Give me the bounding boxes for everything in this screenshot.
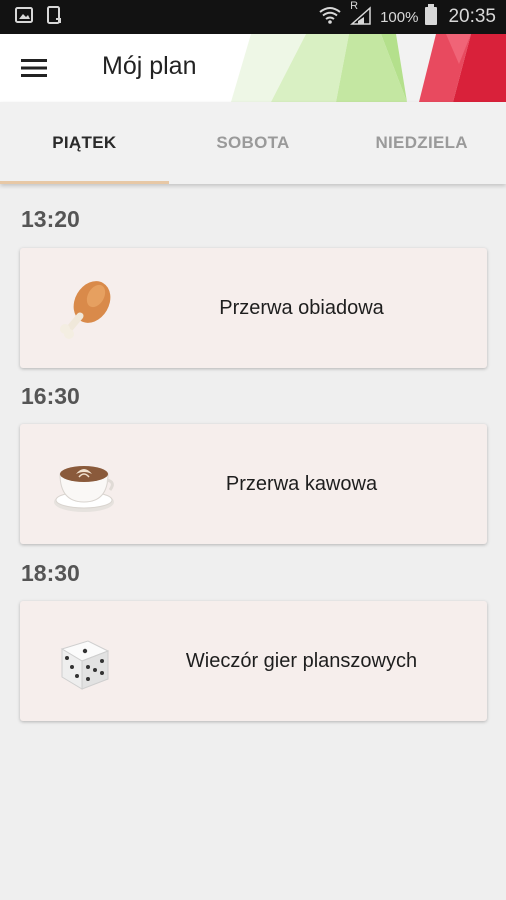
coffee-cup-icon — [52, 454, 116, 518]
tab-friday[interactable]: PIĄTEK — [0, 102, 169, 184]
schedule-title: Przerwa kawowa — [225, 472, 378, 495]
dice-icon — [52, 631, 116, 695]
hamburger-menu-icon[interactable] — [14, 48, 54, 88]
schedule-title: Przerwa obiadowa — [219, 296, 384, 319]
page-title: Mój plan — [102, 52, 197, 80]
schedule-card[interactable]: Przerwa obiadowa — [20, 248, 487, 368]
status-bar-left — [14, 5, 64, 30]
status-bar-right: R 100% 20:35 — [318, 0, 496, 31]
schedule-time: 18:30 — [21, 560, 80, 586]
signal-icon: R — [348, 0, 374, 31]
schedule-card[interactable]: Wieczór gier planszowych — [20, 601, 487, 721]
image-icon — [14, 5, 34, 30]
schedule-title: Wieczór gier planszowych — [185, 649, 418, 672]
tab-sunday[interactable]: NIEDZIELA — [337, 102, 506, 184]
schedule-time: 16:30 — [21, 383, 80, 409]
day-tabs: PIĄTEK SOBOTA NIEDZIELA — [0, 102, 506, 184]
tab-saturday[interactable]: SOBOTA — [169, 102, 338, 184]
status-bar: R 100% 20:35 — [0, 0, 506, 34]
schedule-time: 13:20 — [21, 206, 80, 232]
app-bar: Mój plan — [0, 34, 506, 102]
roaming-indicator: R — [350, 0, 359, 12]
chicken-leg-icon — [52, 278, 116, 342]
phone-icon — [44, 5, 64, 30]
battery-icon — [424, 3, 438, 31]
header-decoration — [231, 34, 506, 102]
clock-time: 20:35 — [448, 6, 496, 27]
schedule-card[interactable]: Przerwa kawowa — [20, 424, 487, 544]
wifi-icon — [318, 5, 342, 30]
battery-percent: 100% — [380, 8, 419, 26]
